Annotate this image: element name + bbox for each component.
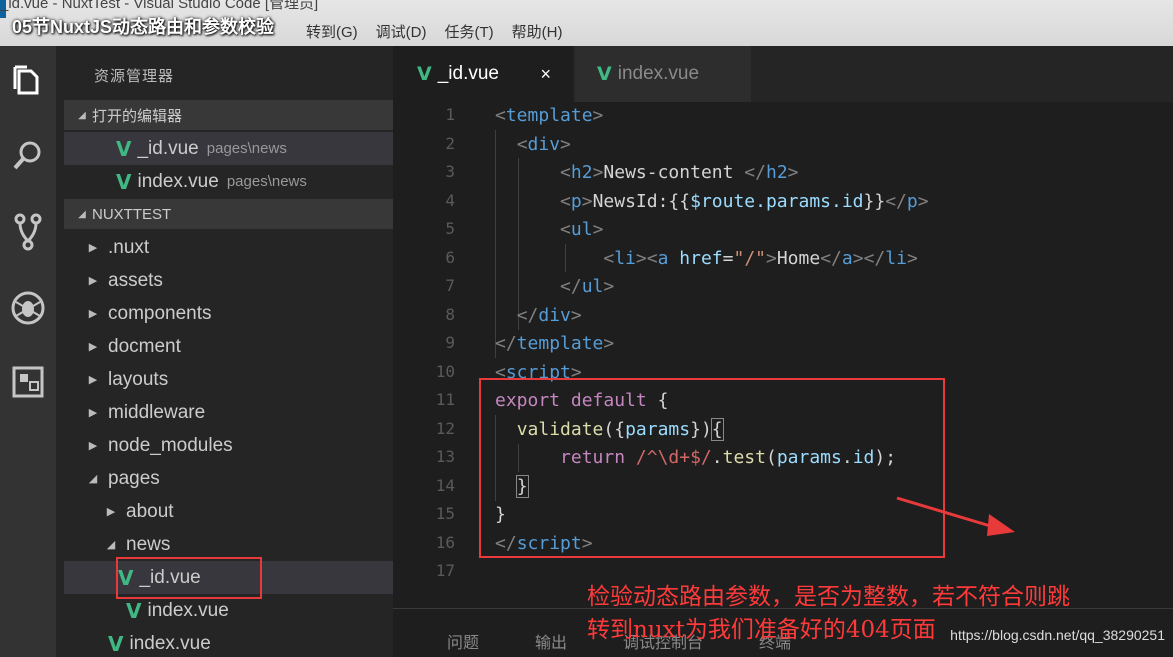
tab-output[interactable]: 输出 bbox=[535, 629, 567, 653]
open-editors-header[interactable]: ◢ 打开的编辑器 bbox=[64, 100, 393, 130]
open-editor-item[interactable]: V index.vue pages\news bbox=[64, 165, 393, 198]
code-line: 3 <h2>News-content </h2> bbox=[445, 162, 799, 183]
explorer-sidebar: 资源管理器 ◢ 打开的编辑器 V _id.vue pages\news V in… bbox=[56, 46, 393, 657]
source-control-icon[interactable] bbox=[8, 212, 48, 252]
chevron-right-icon: ▶ bbox=[88, 275, 98, 287]
chevron-right-icon: ▶ bbox=[106, 506, 116, 518]
project-header[interactable]: ◢ NUXTTEST bbox=[64, 199, 393, 229]
chevron-right-icon: ▶ bbox=[88, 407, 98, 419]
chevron-down-icon: ◢ bbox=[88, 473, 98, 485]
explorer-icon[interactable] bbox=[8, 62, 48, 102]
chevron-down-icon: ◢ bbox=[106, 539, 116, 551]
vue-file-icon: V bbox=[116, 169, 132, 194]
caret-down-icon: ◢ bbox=[78, 208, 86, 220]
tree-folder[interactable]: ▶ components bbox=[64, 297, 393, 330]
explorer-title: 资源管理器 bbox=[94, 68, 175, 85]
extensions-icon[interactable] bbox=[8, 362, 48, 402]
menu-goto[interactable]: 转到(G) bbox=[306, 21, 358, 42]
menu-help[interactable]: 帮助(H) bbox=[512, 21, 563, 42]
title-bar: _id.vue - NuxtTest - Visual Studio Code … bbox=[0, 0, 1173, 46]
annotation-box bbox=[479, 378, 945, 558]
tree-file[interactable]: Vindex.vue bbox=[64, 627, 393, 657]
code-line: 6 <li><a href="/">Home</a></li> bbox=[445, 247, 918, 269]
tab-id-vue[interactable]: V _id.vue × bbox=[393, 46, 573, 102]
chevron-right-icon: ▶ bbox=[88, 341, 98, 353]
editor-tabs: V _id.vue × V index.vue bbox=[393, 46, 1173, 102]
activity-bar bbox=[0, 46, 56, 657]
menu-bar: 转到(G) 调试(D) 任务(T) 帮助(H) bbox=[306, 21, 562, 42]
tab-index-vue[interactable]: V index.vue bbox=[575, 46, 751, 102]
tree-folder[interactable]: ◢ pages bbox=[64, 462, 393, 495]
caret-down-icon: ◢ bbox=[78, 109, 86, 121]
search-icon[interactable] bbox=[8, 136, 48, 176]
code-line: 1 <template> bbox=[445, 105, 604, 126]
code-line: 5 <ul> bbox=[445, 219, 604, 240]
code-line: 9 </template> bbox=[445, 333, 615, 354]
tree-folder[interactable]: ▶ node_modules bbox=[64, 429, 393, 462]
open-editor-item[interactable]: V _id.vue pages\news bbox=[64, 132, 393, 165]
vue-file-icon: V bbox=[108, 631, 124, 656]
arrow-icon bbox=[896, 496, 1015, 536]
debug-icon[interactable] bbox=[8, 288, 48, 328]
highlight-box bbox=[116, 557, 262, 599]
tab-problems[interactable]: 问题 bbox=[447, 629, 479, 653]
window-title: _id.vue - NuxtTest - Visual Studio Code … bbox=[0, 0, 319, 12]
code-editor[interactable]: 1 <template> 2 <div> 3 <h2>News-content <… bbox=[393, 102, 1173, 608]
vue-file-icon: V bbox=[417, 63, 432, 85]
tree-folder[interactable]: ▶ middleware bbox=[64, 396, 393, 429]
tree-folder[interactable]: ▶ .nuxt bbox=[64, 231, 393, 264]
chevron-right-icon: ▶ bbox=[88, 440, 98, 452]
code-line: 8 </div> bbox=[445, 304, 582, 326]
chevron-right-icon: ▶ bbox=[88, 308, 98, 320]
chevron-right-icon: ▶ bbox=[88, 242, 98, 254]
chevron-right-icon: ▶ bbox=[88, 374, 98, 386]
code-line: 7 </ul> bbox=[445, 276, 615, 297]
tree-folder[interactable]: ▶ about bbox=[64, 495, 393, 528]
tree-folder[interactable]: ▶ docment bbox=[64, 330, 393, 363]
watermark: https://blog.csdn.net/qq_38290251 bbox=[950, 627, 1165, 643]
code-line: 2 <div> bbox=[445, 133, 571, 155]
code-line: 4 <p>NewsId:{{$route.params.id}}</p> bbox=[445, 190, 929, 212]
menu-tasks[interactable]: 任务(T) bbox=[445, 21, 494, 42]
video-title: 05节NuxtJS动态路由和参数校验 bbox=[12, 17, 275, 37]
vue-file-icon: V bbox=[126, 598, 142, 623]
tree-folder[interactable]: ▶ layouts bbox=[64, 363, 393, 396]
close-icon[interactable]: × bbox=[540, 64, 551, 85]
vue-file-icon: V bbox=[116, 136, 132, 161]
menu-debug[interactable]: 调试(D) bbox=[376, 21, 427, 42]
tree-folder[interactable]: ▶ assets bbox=[64, 264, 393, 297]
vue-file-icon: V bbox=[597, 63, 612, 85]
